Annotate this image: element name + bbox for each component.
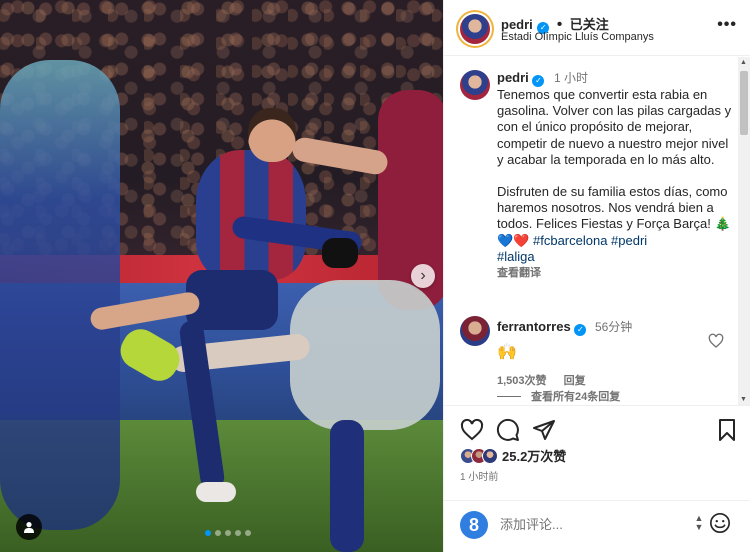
caption-time: 1 小时 — [554, 71, 589, 85]
carousel-dot — [225, 530, 231, 536]
emoji-icon[interactable] — [709, 512, 731, 534]
post-side-panel: pedri ✓ • 已关注 Estadi Olímpic Lluís Compa… — [443, 0, 750, 552]
hashtag-links[interactable]: #fcbarcelona #pedri — [533, 233, 647, 248]
replies-line — [497, 395, 521, 397]
blurred-player-left — [0, 60, 120, 530]
likes-count[interactable]: 25.2万次赞 — [502, 446, 566, 465]
post-caption: pedri ✓ 1 小时 Tenemos que convertir esta … — [497, 70, 732, 281]
heart-icon[interactable] — [460, 418, 484, 442]
caption-username[interactable]: pedri — [497, 70, 529, 85]
user-tag-button[interactable] — [16, 514, 42, 540]
comment-reply-button[interactable]: 回复 — [564, 375, 586, 387]
scroll-down-arrow-icon[interactable]: ▼ — [740, 396, 747, 403]
input-stepper-icon[interactable]: ▲ ▼ — [692, 514, 706, 532]
comment-like-heart-icon[interactable] — [708, 333, 724, 349]
view-replies-label: 查看所有24条回复 — [531, 391, 621, 403]
carousel-indicator — [205, 530, 251, 536]
comment-composer: 8 ▲▼ — [444, 500, 750, 552]
add-comment-input[interactable] — [500, 513, 670, 535]
verified-badge-icon: ✓ — [574, 324, 587, 336]
carousel-dot — [215, 530, 221, 536]
main-player-shorts — [186, 270, 278, 330]
caption-paragraph-1: Tenemos que convertir esta rabia en gaso… — [497, 87, 732, 167]
bookmark-icon[interactable] — [715, 418, 739, 442]
author-username[interactable]: pedri — [501, 17, 533, 32]
user-tag-icon — [24, 522, 34, 533]
see-translation-link[interactable]: 查看翻译 — [497, 265, 732, 281]
comment-text: 🙌 — [497, 344, 517, 361]
carousel-dot — [235, 530, 241, 536]
main-player-head — [248, 108, 296, 162]
carousel-next-button[interactable]: › — [411, 264, 435, 288]
following-button[interactable]: 已关注 — [570, 17, 609, 32]
share-icon[interactable] — [532, 418, 556, 442]
post-photo[interactable]: › — [0, 0, 443, 552]
location-link[interactable]: Estadi Olímpic Lluís Companys — [501, 31, 654, 43]
scrollbar-thumb[interactable] — [740, 71, 748, 135]
scroll-up-arrow-icon[interactable]: ▲ — [740, 59, 747, 66]
input-method-icon[interactable]: 8 — [460, 511, 488, 539]
more-options-icon[interactable]: ••• — [717, 16, 737, 34]
caption-author-avatar[interactable] — [460, 70, 490, 100]
comment-item: ferrantorres ✓ 56分钟 🙌 1,503次赞 回复 — [497, 318, 717, 388]
comment-likes-count[interactable]: 1,503次赞 — [497, 375, 547, 387]
post-header: pedri ✓ • 已关注 Estadi Olímpic Lluís Compa… — [444, 0, 750, 56]
comments-scrollbar[interactable]: ▲ ▼ — [738, 57, 750, 405]
comment-icon[interactable] — [496, 418, 520, 442]
verified-badge-icon: ✓ — [532, 75, 545, 87]
author-avatar[interactable] — [460, 14, 490, 44]
liker-avatar — [482, 447, 498, 464]
carousel-dot — [205, 530, 211, 536]
commenter-avatar[interactable] — [460, 316, 490, 346]
post-timestamp: 1 小时前 — [460, 472, 499, 483]
opponent-leg — [330, 420, 364, 552]
carousel-dot — [245, 530, 251, 536]
comment-time: 56分钟 — [594, 320, 633, 334]
main-player-jersey — [196, 150, 306, 280]
opponent-player — [290, 280, 440, 430]
likes-row[interactable]: 25.2万次赞 — [460, 446, 566, 465]
commenter-username[interactable]: ferrantorres — [497, 319, 571, 334]
white-boot — [196, 482, 236, 502]
post-actions-bar — [444, 405, 750, 451]
view-replies-button[interactable]: 查看所有24条回复 — [497, 388, 620, 404]
black-glove — [322, 238, 358, 268]
hashtag-laliga[interactable]: #laliga — [497, 249, 732, 265]
